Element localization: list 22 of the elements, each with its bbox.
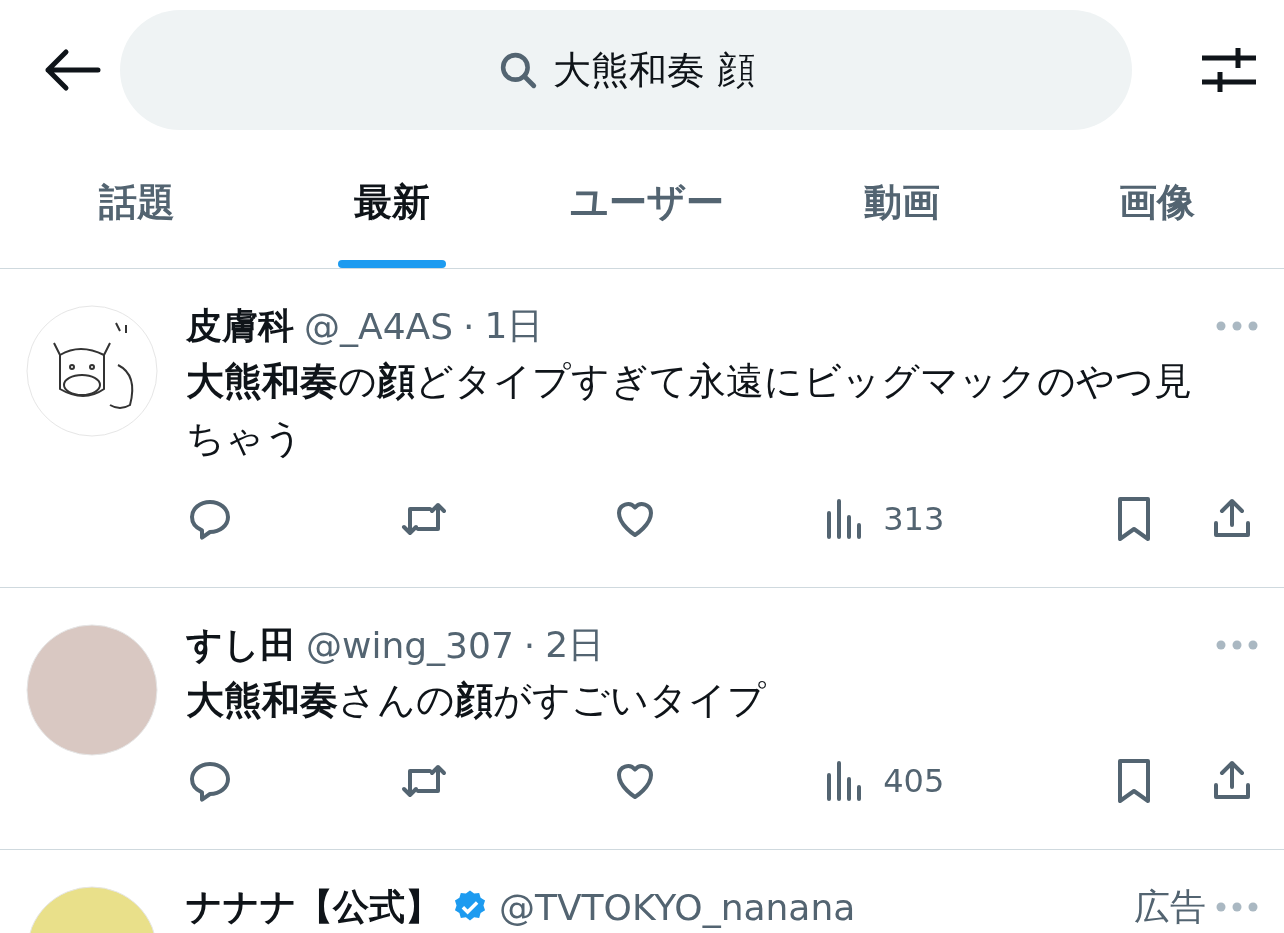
display-name: ナナナ【公式】 bbox=[186, 884, 441, 929]
tab[interactable]: 最新 bbox=[264, 140, 520, 268]
post-time: 1日 bbox=[484, 303, 544, 348]
user-handle: @wing_307 bbox=[306, 624, 514, 666]
tab[interactable]: 話題 bbox=[10, 140, 265, 268]
tab[interactable]: ユーザー bbox=[519, 140, 775, 268]
post-time: 2日 bbox=[545, 622, 605, 667]
search-field[interactable]: 大熊和奏 顔 bbox=[120, 10, 1132, 130]
ad-label: 広告 bbox=[1134, 884, 1206, 929]
post-text: 大熊和奏さんの顔がすごいタイプ bbox=[186, 677, 767, 724]
separator-dot: · bbox=[523, 624, 536, 666]
separator-dot: · bbox=[463, 305, 475, 347]
view-count: 405 bbox=[883, 762, 945, 800]
display-name: すし田 bbox=[186, 622, 296, 667]
display-name: 皮膚科 bbox=[186, 303, 294, 348]
tab[interactable]: 画像 bbox=[1029, 140, 1284, 268]
view-count: 313 bbox=[883, 500, 945, 538]
user-handle: @TVTOKYO_nanana bbox=[499, 886, 856, 928]
post-text: 大熊和奏の顔どタイプすぎて永遠にビッグマックのやつ見ちゃう bbox=[186, 358, 1193, 462]
user-handle: @_A4AS bbox=[304, 305, 453, 347]
cow-drawing-avatar[interactable] bbox=[26, 305, 158, 437]
tab[interactable]: 動画 bbox=[774, 140, 1030, 268]
